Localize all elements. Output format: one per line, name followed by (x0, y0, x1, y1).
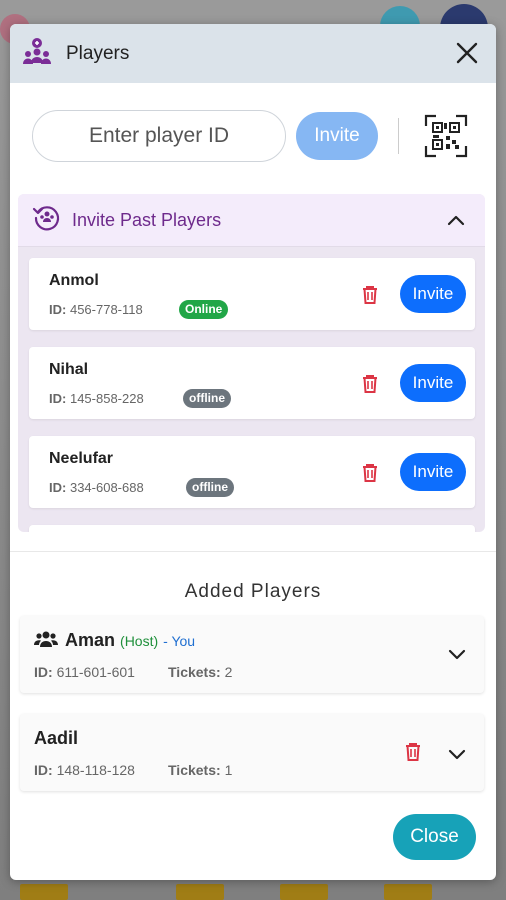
trash-icon[interactable] (361, 285, 379, 305)
tickets-count: Tickets: 2 (168, 664, 233, 680)
players-icon (20, 37, 54, 71)
backdrop-tile (176, 884, 224, 900)
status-badge: offline (186, 478, 234, 497)
past-player-card: Anmol ID: 456-778-118 Online Invite (29, 258, 475, 330)
player-id-input[interactable] (32, 110, 286, 162)
backdrop-tile (20, 884, 68, 900)
player-id: ID: 611-601-601 (34, 664, 135, 680)
trash-icon[interactable] (361, 374, 379, 394)
backdrop-tile (384, 884, 432, 900)
player-name: Aadil (34, 728, 79, 748)
player-name: Aman (Host) - You (65, 630, 196, 650)
status-badge: Online (179, 300, 229, 319)
player-name: Neelufar (49, 450, 114, 467)
past-players-panel: Invite Past Players Anmol ID: 456-778-11… (18, 194, 485, 532)
chevron-down-icon[interactable] (448, 745, 466, 763)
tickets-count: Tickets: 1 (168, 762, 233, 778)
host-tag: (Host) (120, 633, 159, 649)
players-modal: Players Invite (10, 24, 496, 880)
invite-button[interactable]: Invite (296, 112, 378, 160)
player-name: Anmol (49, 272, 99, 289)
player-id: ID: 456-778-118 (49, 302, 143, 317)
status-badge: offline (183, 389, 231, 408)
history-players-icon (32, 203, 62, 238)
modal-header: Players (10, 24, 496, 83)
past-players-title: Invite Past Players (72, 209, 222, 230)
backdrop-tile (280, 884, 328, 900)
player-id: ID: 148-118-128 (34, 762, 135, 778)
invite-player-button[interactable]: Invite (400, 364, 466, 402)
past-player-card: Nihal ID: 145-858-228 offline Invite (29, 347, 475, 419)
close-button[interactable]: Close (393, 814, 476, 860)
past-players-header[interactable]: Invite Past Players (18, 194, 485, 247)
trash-icon[interactable] (361, 463, 379, 483)
invite-player-button[interactable]: Invite (400, 453, 466, 491)
past-player-card-partial (29, 525, 475, 532)
section-divider (10, 551, 496, 552)
chevron-up-icon[interactable] (447, 212, 465, 230)
player-name: Nihal (49, 361, 89, 378)
added-player-card[interactable]: Aadil ID: 148-118-128 Tickets: 1 (20, 714, 484, 791)
invite-row: Invite (32, 110, 476, 162)
added-player-card[interactable]: Aman (Host) - You ID: 611-601-601 Ticket… (20, 616, 484, 693)
modal-title: Players (66, 42, 130, 64)
added-players-title: Added Players (184, 581, 322, 602)
close-icon[interactable] (454, 40, 480, 66)
qr-code-icon[interactable] (424, 114, 468, 158)
divider (398, 118, 399, 154)
invite-player-button[interactable]: Invite (400, 275, 466, 313)
users-icon (34, 630, 58, 653)
chevron-down-icon[interactable] (448, 645, 466, 663)
you-tag: - You (163, 633, 196, 649)
player-id: ID: 334-608-688 (49, 480, 144, 495)
player-id: ID: 145-858-228 (49, 391, 144, 406)
trash-icon[interactable] (404, 742, 422, 767)
past-player-card: Neelufar ID: 334-608-688 offline Invite (29, 436, 475, 508)
